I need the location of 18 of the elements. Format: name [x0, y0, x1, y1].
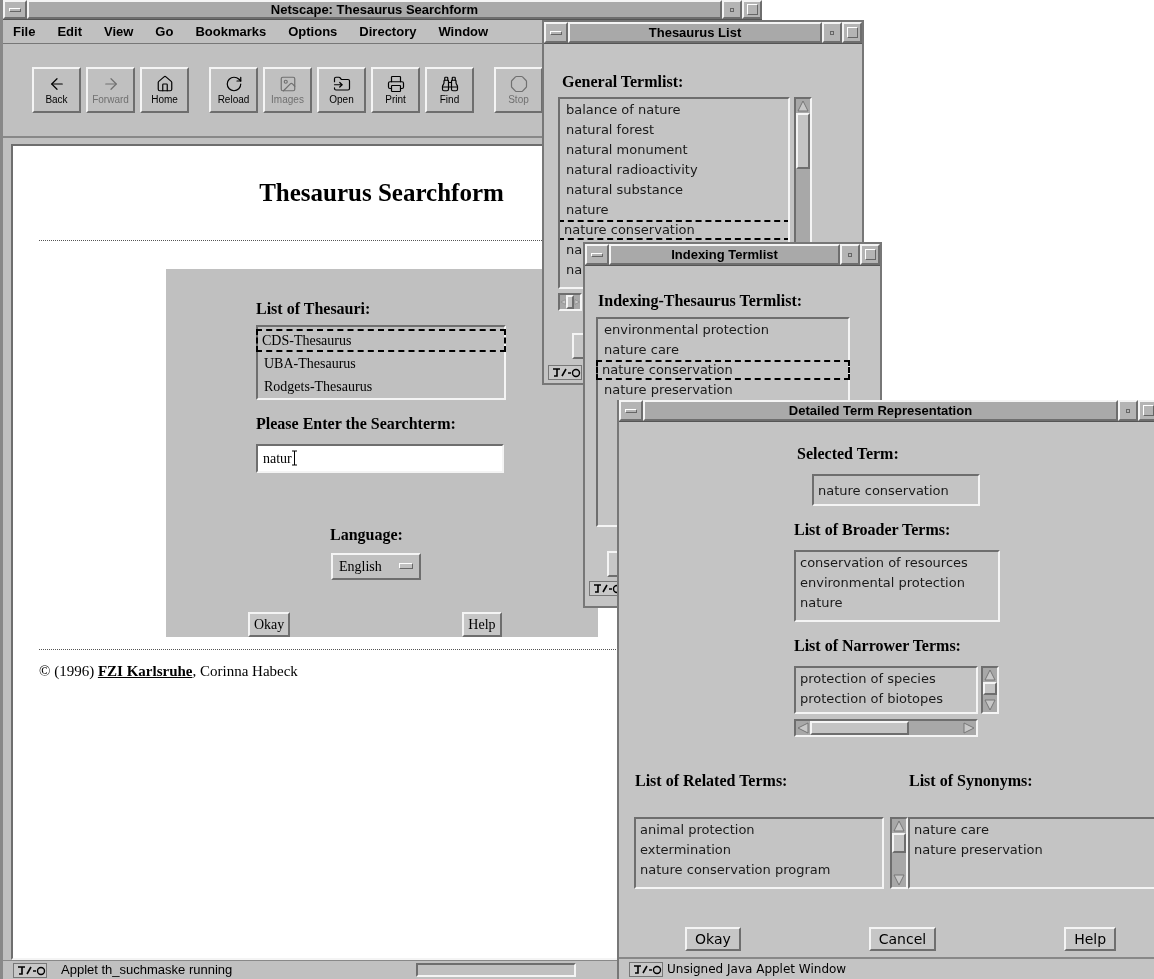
section-label: Selected Term: — [797, 444, 900, 464]
list-label: General Termlist: — [562, 72, 684, 92]
window-title: Detailed Term Representation — [788, 401, 973, 420]
window-title: Indexing Termlist — [671, 245, 778, 264]
section-label: List of Narrower Terms: — [794, 636, 962, 656]
window-title: Thesaurus List — [648, 23, 742, 42]
list-label: Indexing-Thesaurus Termlist: — [598, 291, 803, 312]
section-label: List of Broader Terms: — [794, 520, 952, 540]
window-title: Netscape: Thesaurus Searchform — [270, 0, 479, 19]
selected-term-field: nature conservation — [812, 474, 980, 506]
section-label: List of Synonyms: — [909, 771, 1033, 792]
status-text: Applet th_suchmaske running — [61, 961, 233, 979]
field-label: Please Enter the Searchterm: — [256, 413, 456, 434]
field-label: Language: — [330, 525, 403, 546]
section-label: List of Related Terms: — [635, 771, 789, 791]
status-text: Unsigned Java Applet Window — [667, 961, 847, 978]
field-label: List of Thesauri: — [256, 298, 371, 319]
page-heading: Thesaurus Searchform — [259, 178, 504, 208]
